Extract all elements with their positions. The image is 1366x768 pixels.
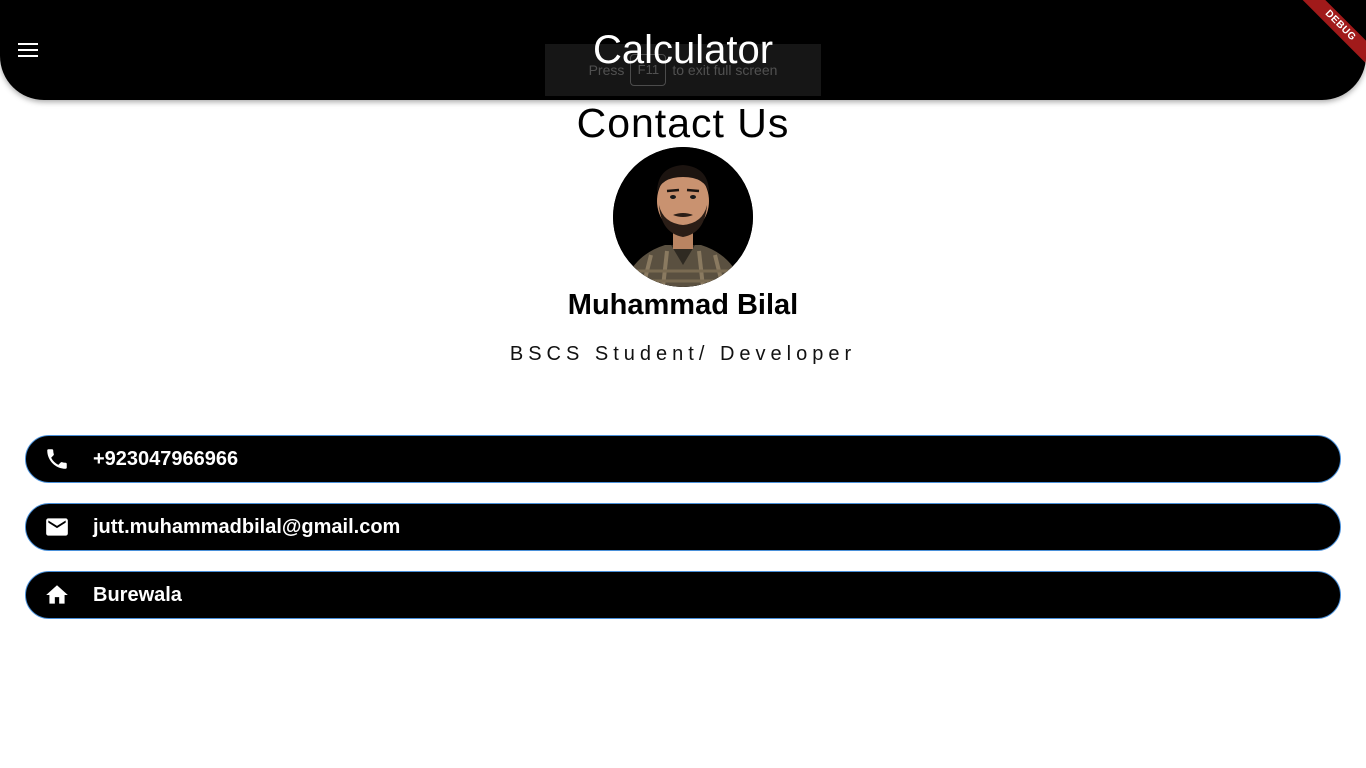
phone-icon [42,444,72,474]
email-icon [42,512,72,542]
home-icon [42,580,72,610]
person-name: Muhammad Bilal [567,289,799,321]
phone-card[interactable]: +923047966966 [25,435,1341,483]
email-address: jutt.muhammadbilal@gmail.com [93,516,401,538]
profile-photo [613,147,753,287]
app-title: Calculator [592,28,774,72]
phone-number: +923047966966 [93,448,239,470]
page-title: Contact Us [576,100,790,146]
email-card[interactable]: jutt.muhammadbilal@gmail.com [25,503,1341,551]
address-text: Burewala [93,584,182,606]
person-role: BSCS Student/ Developer [509,343,857,365]
app-bar: Press F11 to exit full screen Calculator… [0,0,1366,100]
avatar [613,147,753,287]
address-card[interactable]: Burewala [25,571,1341,619]
